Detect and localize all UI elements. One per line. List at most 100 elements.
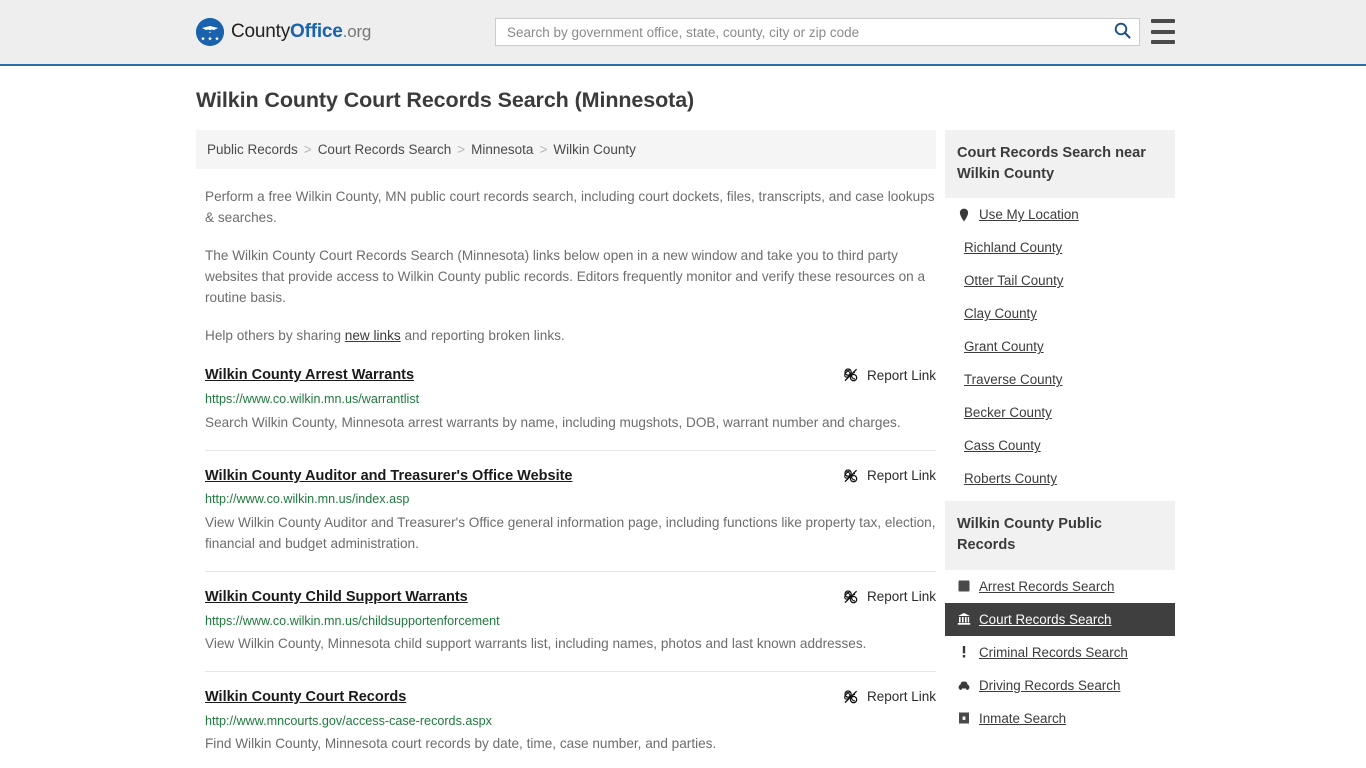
jail-icon <box>956 711 971 725</box>
result-title-link[interactable]: Wilkin County Arrest Warrants <box>205 366 414 385</box>
result-url: https://www.co.wilkin.mn.us/childsupport… <box>205 613 500 628</box>
intro-paragraph-3: Help others by sharing new links and rep… <box>196 308 936 346</box>
list-item: Arrest Records Search <box>945 570 1175 603</box>
breadcrumb: Public Records > Court Records Search > Minn… <box>196 130 936 169</box>
nearby-item-use-my-location[interactable]: Use My Location <box>945 198 1175 231</box>
breadcrumb-item-minnesota[interactable]: Minnesota <box>471 142 533 157</box>
intro-section: Perform a free Wilkin County, MN public … <box>196 169 936 346</box>
broken-link-icon <box>843 589 859 605</box>
report-link-button[interactable]: Report Link <box>843 688 936 705</box>
result-url: http://www.co.wilkin.mn.us/index.asp <box>205 492 410 507</box>
results-list: Wilkin County Arrest Warrants Report Link… <box>196 366 936 768</box>
list-item-label: Clay County <box>964 306 1037 322</box>
site-logo-text: CountyOffice.org <box>231 21 371 43</box>
list-item-label: Otter Tail County <box>964 273 1064 289</box>
report-link-label: Report Link <box>866 367 936 383</box>
new-links-link[interactable]: new links <box>345 328 401 343</box>
list-item: Cass County <box>945 429 1175 462</box>
report-link-button[interactable]: Report Link <box>843 588 936 605</box>
sidebar: Court Records Search near Wilkin County … <box>945 130 1175 768</box>
nearby-item-traverse-county[interactable]: Traverse County <box>945 363 1175 396</box>
nearby-item-becker-county[interactable]: Becker County <box>945 396 1175 429</box>
search-input[interactable] <box>496 19 1105 45</box>
list-item-label: Traverse County <box>964 372 1063 388</box>
records-item-inmate-search[interactable]: Inmate Search <box>945 702 1175 735</box>
list-item-label: Arrest Records Search <box>979 578 1115 594</box>
list-item: Inmate Search <box>945 702 1175 735</box>
nearby-item-richland-county[interactable]: Richland County <box>945 231 1175 264</box>
result-title-link[interactable]: Wilkin County Child Support Warrants <box>205 588 468 607</box>
list-item: Otter Tail County <box>945 264 1175 297</box>
nearby-counties-list: Use My Location Richland County Otter Tail… <box>945 198 1175 495</box>
breadcrumb-item-court-records-search[interactable]: Court Records Search <box>318 142 452 157</box>
list-item-label: Roberts County <box>964 471 1058 487</box>
breadcrumb-separator: > <box>303 142 312 157</box>
report-link-label: Report Link <box>866 689 936 705</box>
list-item-label: Driving Records Search <box>979 677 1121 693</box>
list-item-label: Richland County <box>964 240 1063 256</box>
intro-p3-post: and reporting broken links. <box>400 328 565 344</box>
page-title: Wilkin County Court Records Search (Minn… <box>196 88 695 112</box>
search-bar <box>495 18 1140 46</box>
list-item-label: Inmate Search <box>979 710 1067 726</box>
main-column: Public Records > Court Records Search > Minn… <box>196 130 936 768</box>
result-item: Wilkin County Arrest Warrants Report Link… <box>205 366 936 451</box>
list-item: Richland County <box>945 231 1175 264</box>
result-title-link[interactable]: Wilkin County Court Records <box>205 688 406 707</box>
brand-part-county: County <box>231 21 291 42</box>
result-item: Wilkin County Auditor and Treasurer's Of… <box>205 467 936 572</box>
hamburger-bar <box>1151 19 1175 23</box>
records-item-driving-records-search[interactable]: Driving Records Search <box>945 669 1175 702</box>
result-description: Find Wilkin County, Minnesota court reco… <box>205 736 717 752</box>
list-item-label: Becker County <box>964 405 1052 421</box>
nearby-item-otter-tail-county[interactable]: Otter Tail County <box>945 264 1175 297</box>
result-title-link[interactable]: Wilkin County Auditor and Treasurer's Of… <box>205 467 573 486</box>
list-item-label: Criminal Records Search <box>979 644 1128 660</box>
exclamation-icon <box>956 645 971 659</box>
result-header: Wilkin County Court Records Report Link <box>205 688 936 707</box>
report-link-button[interactable]: Report Link <box>843 366 936 383</box>
result-description: View Wilkin County, Minnesota child supp… <box>205 636 867 652</box>
public-records-box: Wilkin County Public Records Arrest Reco… <box>945 501 1175 734</box>
intro-p3-pre: Help others by sharing <box>205 328 345 344</box>
search-icon <box>1114 22 1131 42</box>
records-item-arrest-records-search[interactable]: Arrest Records Search <box>945 570 1175 603</box>
nearby-counties-title: Court Records Search near Wilkin County <box>945 130 1175 199</box>
report-link-button[interactable]: Report Link <box>843 467 936 484</box>
list-item: Roberts County <box>945 462 1175 495</box>
list-item: Grant County <box>945 330 1175 363</box>
result-url: http://www.mncourts.gov/access-case-reco… <box>205 714 492 729</box>
records-item-criminal-records-search[interactable]: Criminal Records Search <box>945 636 1175 669</box>
site-logo[interactable]: CountyOffice.org <box>196 18 371 46</box>
nearby-item-grant-county[interactable]: Grant County <box>945 330 1175 363</box>
breadcrumb-item-public-records[interactable]: Public Records <box>207 142 298 157</box>
hamburger-bar <box>1151 40 1175 44</box>
result-description: View Wilkin County Auditor and Treasurer… <box>205 514 936 551</box>
list-item-label: Cass County <box>964 438 1041 454</box>
list-item-label: Court Records Search <box>979 611 1112 627</box>
breadcrumb-separator: > <box>457 142 466 157</box>
breadcrumb-item-wilkin-county: Wilkin County <box>553 142 636 157</box>
list-item: Clay County <box>945 297 1175 330</box>
brand-part-org: .org <box>342 22 372 41</box>
nearby-item-cass-county[interactable]: Cass County <box>945 429 1175 462</box>
hamburger-bar <box>1151 29 1175 34</box>
records-item-court-records-search[interactable]: Court Records Search <box>945 602 1175 636</box>
result-item: Wilkin County Child Support Warrants Repo… <box>205 588 936 673</box>
nearby-item-roberts-county[interactable]: Roberts County <box>945 462 1175 495</box>
fingerprint-icon <box>956 579 971 593</box>
result-item: Wilkin County Court Records Report Link ht… <box>205 688 936 768</box>
content-row: Public Records > Court Records Search > Minn… <box>0 113 1366 768</box>
report-link-label: Report Link <box>866 467 936 483</box>
eagle-stars-logo-icon <box>196 18 224 46</box>
public-records-list: Arrest Records Search Court Records Searc… <box>945 570 1175 735</box>
result-header: Wilkin County Arrest Warrants Report Link <box>205 366 936 385</box>
breadcrumb-separator: > <box>539 142 548 157</box>
nearby-counties-box: Court Records Search near Wilkin County … <box>945 130 1175 495</box>
broken-link-icon <box>843 689 859 705</box>
intro-paragraph-2: The Wilkin County Court Records Search (… <box>205 248 926 306</box>
nearby-item-clay-county[interactable]: Clay County <box>945 297 1175 330</box>
search-button[interactable] <box>1105 19 1139 45</box>
hamburger-menu-icon[interactable] <box>1151 19 1175 44</box>
public-records-title: Wilkin County Public Records <box>945 501 1175 570</box>
